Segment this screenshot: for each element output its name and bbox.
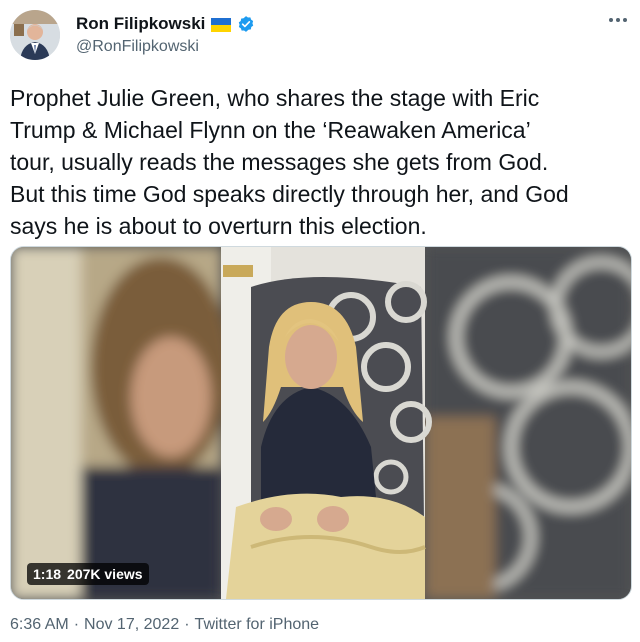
author-name-row[interactable]: Ron Filipkowski (76, 14, 255, 34)
video-frame (11, 247, 631, 599)
tweet-time[interactable]: 6:36 AM (10, 616, 69, 634)
meta-separator: · (184, 616, 190, 633)
meta-separator: · (73, 616, 80, 633)
author-name[interactable]: Ron Filipkowski (76, 14, 205, 34)
tweet-date[interactable]: Nov 17, 2022 (84, 616, 179, 634)
more-dot (609, 18, 613, 22)
avatar[interactable] (10, 10, 60, 60)
video-badge: 1:18 207K views (27, 563, 149, 585)
ukraine-flag-icon (211, 18, 232, 32)
tweet-source[interactable]: Twitter for iPhone (195, 616, 320, 634)
more-dot (616, 18, 620, 22)
verified-badge-icon (237, 15, 255, 33)
avatar-photo (10, 10, 60, 60)
tweet-text: Prophet Julie Green, who shares the stag… (10, 85, 569, 239)
more-options-icon[interactable] (606, 10, 630, 30)
author-handle[interactable]: @RonFilipkowski (76, 38, 199, 56)
video-player[interactable]: 1:18 207K views (10, 246, 632, 600)
video-duration: 1:18 (33, 566, 62, 582)
more-dot (623, 18, 627, 22)
video-views: 207K views (67, 566, 143, 582)
tweet-meta: 6:36 AM · Nov 17, 2022 · Twitter for iPh… (10, 616, 319, 634)
